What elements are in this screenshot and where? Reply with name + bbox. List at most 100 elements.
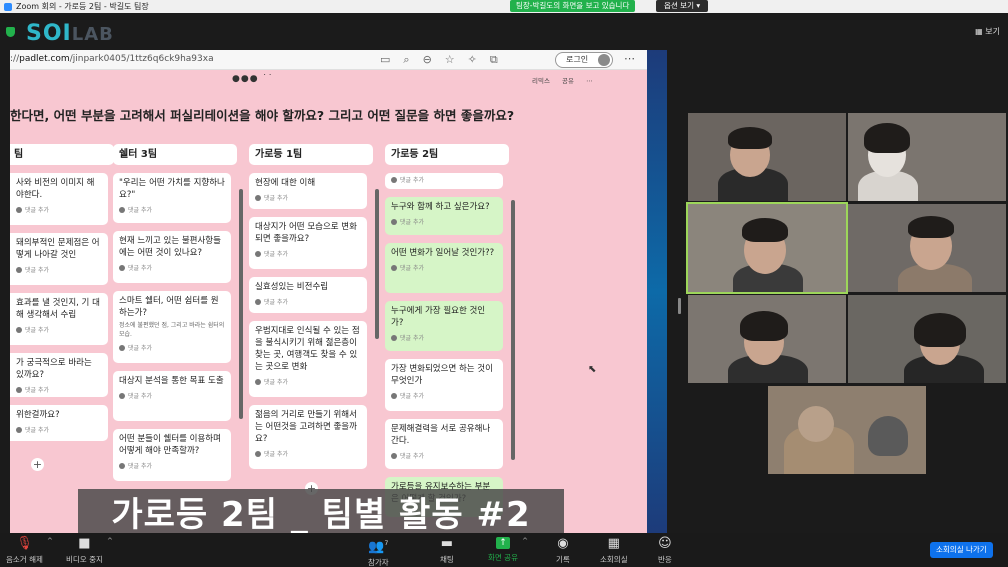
column-scrollbar[interactable]: [239, 189, 243, 419]
column-scrollbar[interactable]: [511, 200, 515, 460]
comment-add[interactable]: 댓글 추가: [255, 449, 361, 458]
padlet-card[interactable]: 댓글 추가: [385, 173, 503, 189]
padlet-card[interactable]: "우리는 어떤 가치를 지향하나요?" 댓글 추가: [113, 173, 231, 223]
record-button[interactable]: ◉ 기록: [556, 537, 570, 565]
padlet-card[interactable]: 대상지가 어떤 모습으로 변화되면 좋을까요? 댓글 추가: [249, 217, 367, 269]
padlet-card[interactable]: 효과를 낼 것인지, 기 대해 생각해서 수립 댓글 추가: [10, 293, 108, 345]
unmute-button[interactable]: 🎙 음소거 해제 ^: [6, 537, 53, 565]
zoom-window: Zoom 회의 - 가로등 2팀 - 박길도 팀장 팀장-박길도의 화면을 보고…: [0, 0, 1008, 567]
panel-resize-handle[interactable]: [678, 298, 681, 314]
padlet-card[interactable]: 위한걸까요? 댓글 추가: [10, 405, 108, 441]
view-options-button[interactable]: 옵션 보기 ▾: [656, 0, 709, 12]
comment-add[interactable]: 댓글 추가: [119, 391, 225, 400]
leave-breakout-room-button[interactable]: 소회의실 나가기: [930, 542, 993, 558]
comment-add[interactable]: 댓글 추가: [16, 425, 102, 434]
comment-add[interactable]: 댓글 추가: [255, 249, 361, 258]
comment-add[interactable]: 댓글 추가: [391, 391, 497, 400]
comment-add[interactable]: 댓글 추가: [119, 205, 225, 214]
padlet-card[interactable]: 우범지대로 인식될 수 있는 점을 불식시키기 위해 젊은층이 찾는 곳, 여행…: [249, 321, 367, 397]
search-icon[interactable]: ⌕: [403, 53, 422, 66]
chevron-up-icon[interactable]: ^: [47, 537, 53, 545]
comment-add[interactable]: 댓글 추가: [255, 297, 361, 306]
breakout-rooms-button[interactable]: ▦ 소회의실: [600, 537, 628, 565]
remix-action[interactable]: 리믹스: [532, 77, 550, 85]
column-scrollbar[interactable]: [375, 189, 379, 339]
padlet-card[interactable]: 돼의부적인 문제점은 어떻게 나아갈 것인 댓글 추가: [10, 233, 108, 285]
share-screen-label: 화면 공유: [488, 553, 518, 562]
comment-add[interactable]: 댓글 추가: [119, 343, 225, 352]
favorite-icon[interactable]: ☆: [445, 53, 468, 66]
reactions-button[interactable]: ☺ 반응: [658, 537, 672, 565]
comment-add[interactable]: 댓글 추가: [16, 205, 102, 214]
shared-screen: ://padlet.com/jinpark0405/1ttz6q6ck9ha93…: [10, 50, 647, 533]
security-shield-icon[interactable]: [6, 27, 15, 37]
padlet-card[interactable]: 누구와 함께 하고 싶은가요? 댓글 추가: [385, 197, 503, 235]
participants-button[interactable]: 👥7 참가자: [368, 537, 389, 567]
comment-icon: [391, 334, 397, 341]
zoom-out-icon[interactable]: ⊖: [423, 53, 445, 66]
comment-add[interactable]: 댓글 추가: [255, 193, 361, 202]
padlet-column: 가로등 1팀 현장에 대한 이해 댓글 추가 대상지가 어떤 모습으로 변화되면 …: [249, 144, 373, 477]
address-url[interactable]: ://padlet.com/jinpark0405/1ttz6q6ck9ha93…: [10, 54, 214, 64]
padlet-card[interactable]: 어떤 변화가 일어날 것인가?? 댓글 추가: [385, 243, 503, 293]
padlet-card[interactable]: 대상지 분석을 통한 목표 도출 댓글 추가: [113, 371, 231, 421]
chat-button[interactable]: ▬ 채팅: [440, 537, 454, 565]
window-title: Zoom 회의 - 가로등 2팀 - 박길도 팀장: [16, 2, 149, 11]
comment-add[interactable]: 댓글 추가: [391, 263, 497, 272]
more-icon[interactable]: ⋯: [624, 52, 635, 65]
cast-icon[interactable]: ▭: [380, 53, 403, 66]
comment-label: 댓글 추가: [400, 219, 424, 226]
participant-video[interactable]: [848, 204, 1006, 292]
meeting-toolbar: 🎙 음소거 해제 ^ ■ 비디오 중지 ^ 👥7 참가자 ▬ 채팅 ↑ 화면 공유 ^ ◉ 기록 …: [0, 533, 1008, 567]
comment-add[interactable]: 댓글 추가: [119, 263, 225, 272]
comment-label: 댓글 추가: [400, 265, 424, 272]
padlet-card[interactable]: 실효성있는 비전수립 댓글 추가: [249, 277, 367, 313]
share-screen-button[interactable]: ↑ 화면 공유 ^: [488, 537, 528, 563]
comment-add[interactable]: 댓글 추가: [16, 385, 102, 394]
comment-add[interactable]: 댓글 추가: [391, 217, 497, 226]
padlet-card[interactable]: 가 궁극적으로 바라는 있까요? 댓글 추가: [10, 353, 108, 397]
participant-video[interactable]: [848, 295, 1006, 383]
collections-icon[interactable]: ⧉: [490, 53, 511, 66]
participant-video[interactable]: [688, 113, 846, 201]
comment-add[interactable]: 댓글 추가: [255, 377, 361, 386]
padlet-card[interactable]: 젊음의 거리로 만들기 위해서는 어떤것을 고려하면 좋을까요? 댓글 추가: [249, 405, 367, 469]
padlet-card[interactable]: 문제해결력을 서로 공유해나간다. 댓글 추가: [385, 419, 503, 469]
comment-add[interactable]: 댓글 추가: [16, 325, 102, 334]
padlet-card[interactable]: 가장 변화되었으면 하는 것이 무엇인가 댓글 추가: [385, 359, 503, 411]
extension-icon[interactable]: ✧: [468, 53, 490, 66]
record-label: 기록: [556, 555, 570, 564]
view-options-label: 옵션 보기: [664, 1, 694, 10]
padlet-column: 팀 사와 비전의 이미지 해야한다. 댓글 추가 돼의부적인 문제점은 어떻게 나…: [10, 144, 114, 449]
participant-video[interactable]: [848, 113, 1006, 201]
comment-add[interactable]: 댓글 추가: [391, 175, 497, 184]
chevron-up-icon[interactable]: ^: [522, 537, 528, 545]
add-post-icon[interactable]: +: [31, 458, 44, 471]
padlet-card[interactable]: 현재 느끼고 있는 불편사항들에는 어떤 것이 있나요? 댓글 추가: [113, 231, 231, 283]
padlet-card[interactable]: 어떤 분들이 쉘터를 이용하며 어떻게 해야 만족할까? 댓글 추가: [113, 429, 231, 481]
padlet-card[interactable]: 스마트 쉘터, 어떤 쉼터를 원하는가? 정소에 불편했던 점, 그리고 바라는 …: [113, 291, 231, 363]
more-action[interactable]: ⋯: [586, 77, 593, 85]
padlet-card[interactable]: 누구에게 가장 필요한 것인가? 댓글 추가: [385, 301, 503, 351]
view-button[interactable]: ▦ 보기: [975, 26, 1000, 37]
participant-video[interactable]: [768, 386, 926, 474]
chevron-up-icon[interactable]: ^: [107, 537, 113, 545]
comment-add[interactable]: 댓글 추가: [119, 461, 225, 470]
card-text: 가 궁극적으로 바라는 있까요?: [16, 358, 92, 380]
participant-video[interactable]: [688, 295, 846, 383]
zoom-logo-icon: [4, 3, 12, 11]
participant-video-active[interactable]: [686, 202, 848, 294]
comment-add[interactable]: 댓글 추가: [391, 333, 497, 342]
card-text: 어떤 분들이 쉘터를 이용하며 어떻게 해야 만족할까?: [119, 434, 221, 456]
column-title: 쉘터 3팀: [113, 144, 237, 165]
stop-video-button[interactable]: ■ 비디오 중지 ^: [66, 537, 113, 565]
comment-icon: [16, 386, 22, 393]
participants-count: 7: [384, 540, 389, 547]
comment-add[interactable]: 댓글 추가: [16, 265, 102, 274]
column-title: 가로등 2팀: [385, 144, 509, 165]
share-action[interactable]: 공유: [562, 77, 574, 85]
comment-add[interactable]: 댓글 추가: [391, 451, 497, 460]
padlet-card[interactable]: 현장에 대한 이해 댓글 추가: [249, 173, 367, 209]
login-button[interactable]: 로그인: [555, 52, 613, 68]
padlet-card[interactable]: 사와 비전의 이미지 해야한다. 댓글 추가: [10, 173, 108, 225]
